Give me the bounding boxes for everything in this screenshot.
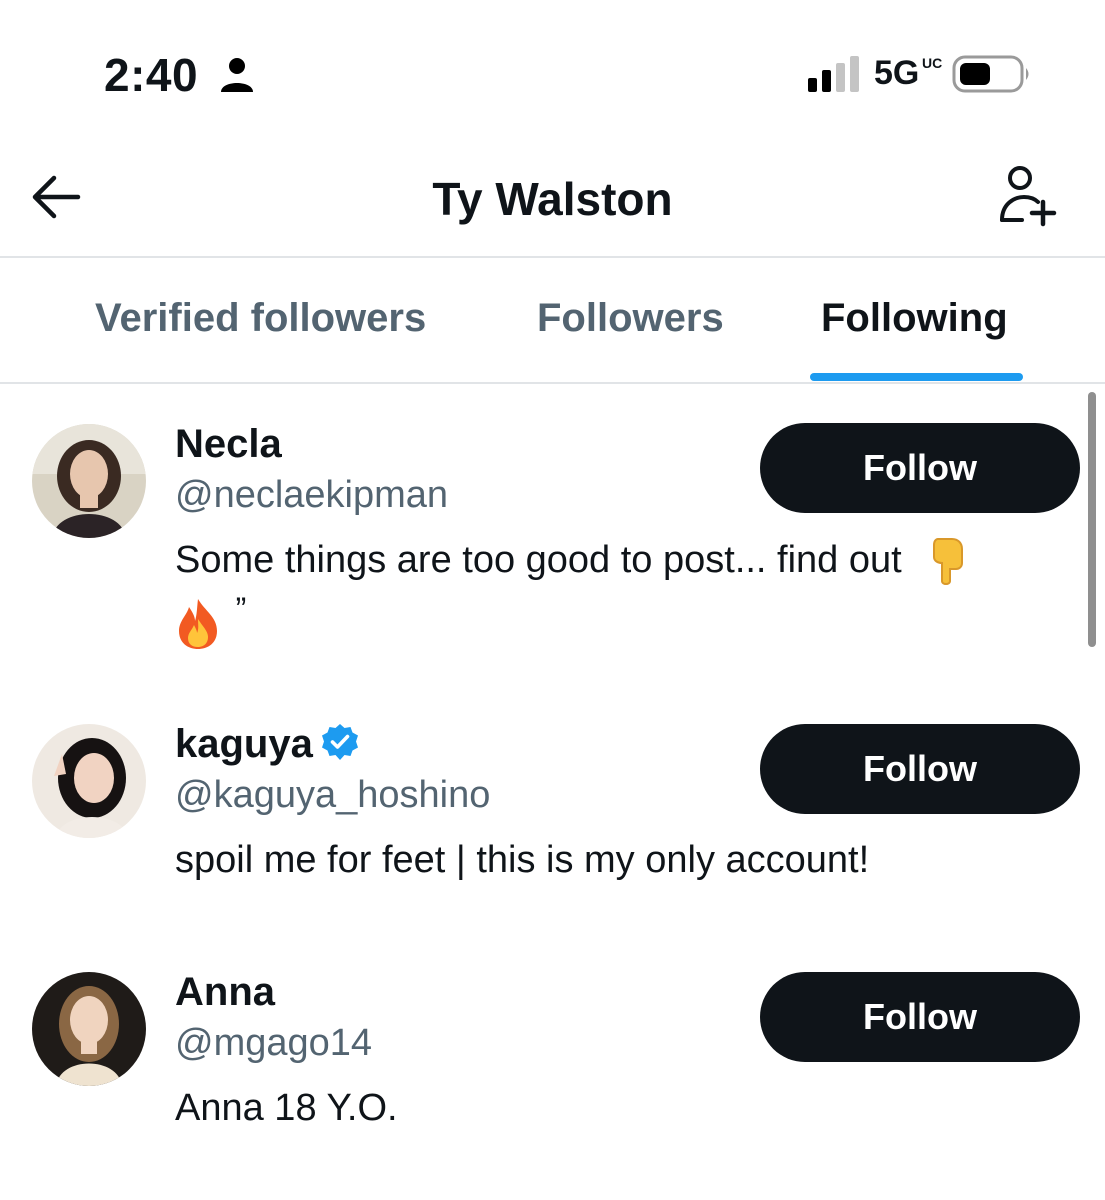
user-handle[interactable]: @mgago14 (175, 1022, 372, 1065)
active-tab-indicator (810, 373, 1023, 381)
network-label: 5G (874, 54, 920, 92)
add-user-icon[interactable] (994, 164, 1060, 230)
status-bar: 2:40 5G UC (0, 0, 1105, 140)
user-list-item[interactable]: kaguya @kaguya_hoshino Follow spoil me f… (0, 704, 1080, 958)
tab-verified-followers[interactable]: Verified followers (95, 296, 426, 341)
page-title: Ty Walston (432, 173, 673, 225)
user-display-name[interactable]: kaguya (175, 722, 359, 767)
user-display-name[interactable]: Anna (175, 970, 275, 1015)
user-bio: Some things are too good to post... find… (175, 534, 1055, 651)
verified-badge-icon (321, 724, 358, 760)
follow-tabs: Verified followers Followers Following (0, 258, 1105, 384)
user-list-item[interactable]: Anna @mgago14 Follow Anna 18 Y.O. (0, 958, 1080, 1200)
follow-button[interactable]: Follow (760, 972, 1080, 1062)
follow-button[interactable]: Follow (760, 724, 1080, 814)
avatar[interactable] (32, 972, 146, 1086)
fire-emoji (179, 598, 217, 649)
signal-icon (808, 56, 859, 92)
person-icon (221, 58, 253, 92)
scrollbar[interactable] (1088, 392, 1096, 647)
user-name-text: kaguya (175, 722, 313, 766)
tab-following[interactable]: Following (821, 296, 1008, 341)
bio-quote-mark: ” (235, 590, 247, 627)
bio-text: Some things are too good to post... find… (175, 539, 902, 581)
profile-header: Ty Walston (0, 140, 1105, 258)
user-list-item[interactable]: Necla @neclaekipman Follow Some things a… (0, 384, 1080, 704)
avatar[interactable] (32, 424, 146, 538)
network-superscript: UC (922, 55, 943, 71)
user-handle[interactable]: @kaguya_hoshino (175, 774, 490, 817)
avatar[interactable] (32, 724, 146, 838)
pointing-down-emoji (933, 537, 964, 585)
tab-followers[interactable]: Followers (537, 296, 724, 341)
battery-icon (952, 55, 1029, 93)
user-bio: Anna 18 Y.O. (175, 1087, 398, 1129)
user-display-name[interactable]: Necla (175, 422, 282, 467)
follow-button[interactable]: Follow (760, 423, 1080, 513)
user-bio: spoil me for feet | this is my only acco… (175, 839, 870, 881)
status-time: 2:40 (104, 49, 199, 101)
user-handle[interactable]: @neclaekipman (175, 474, 448, 517)
